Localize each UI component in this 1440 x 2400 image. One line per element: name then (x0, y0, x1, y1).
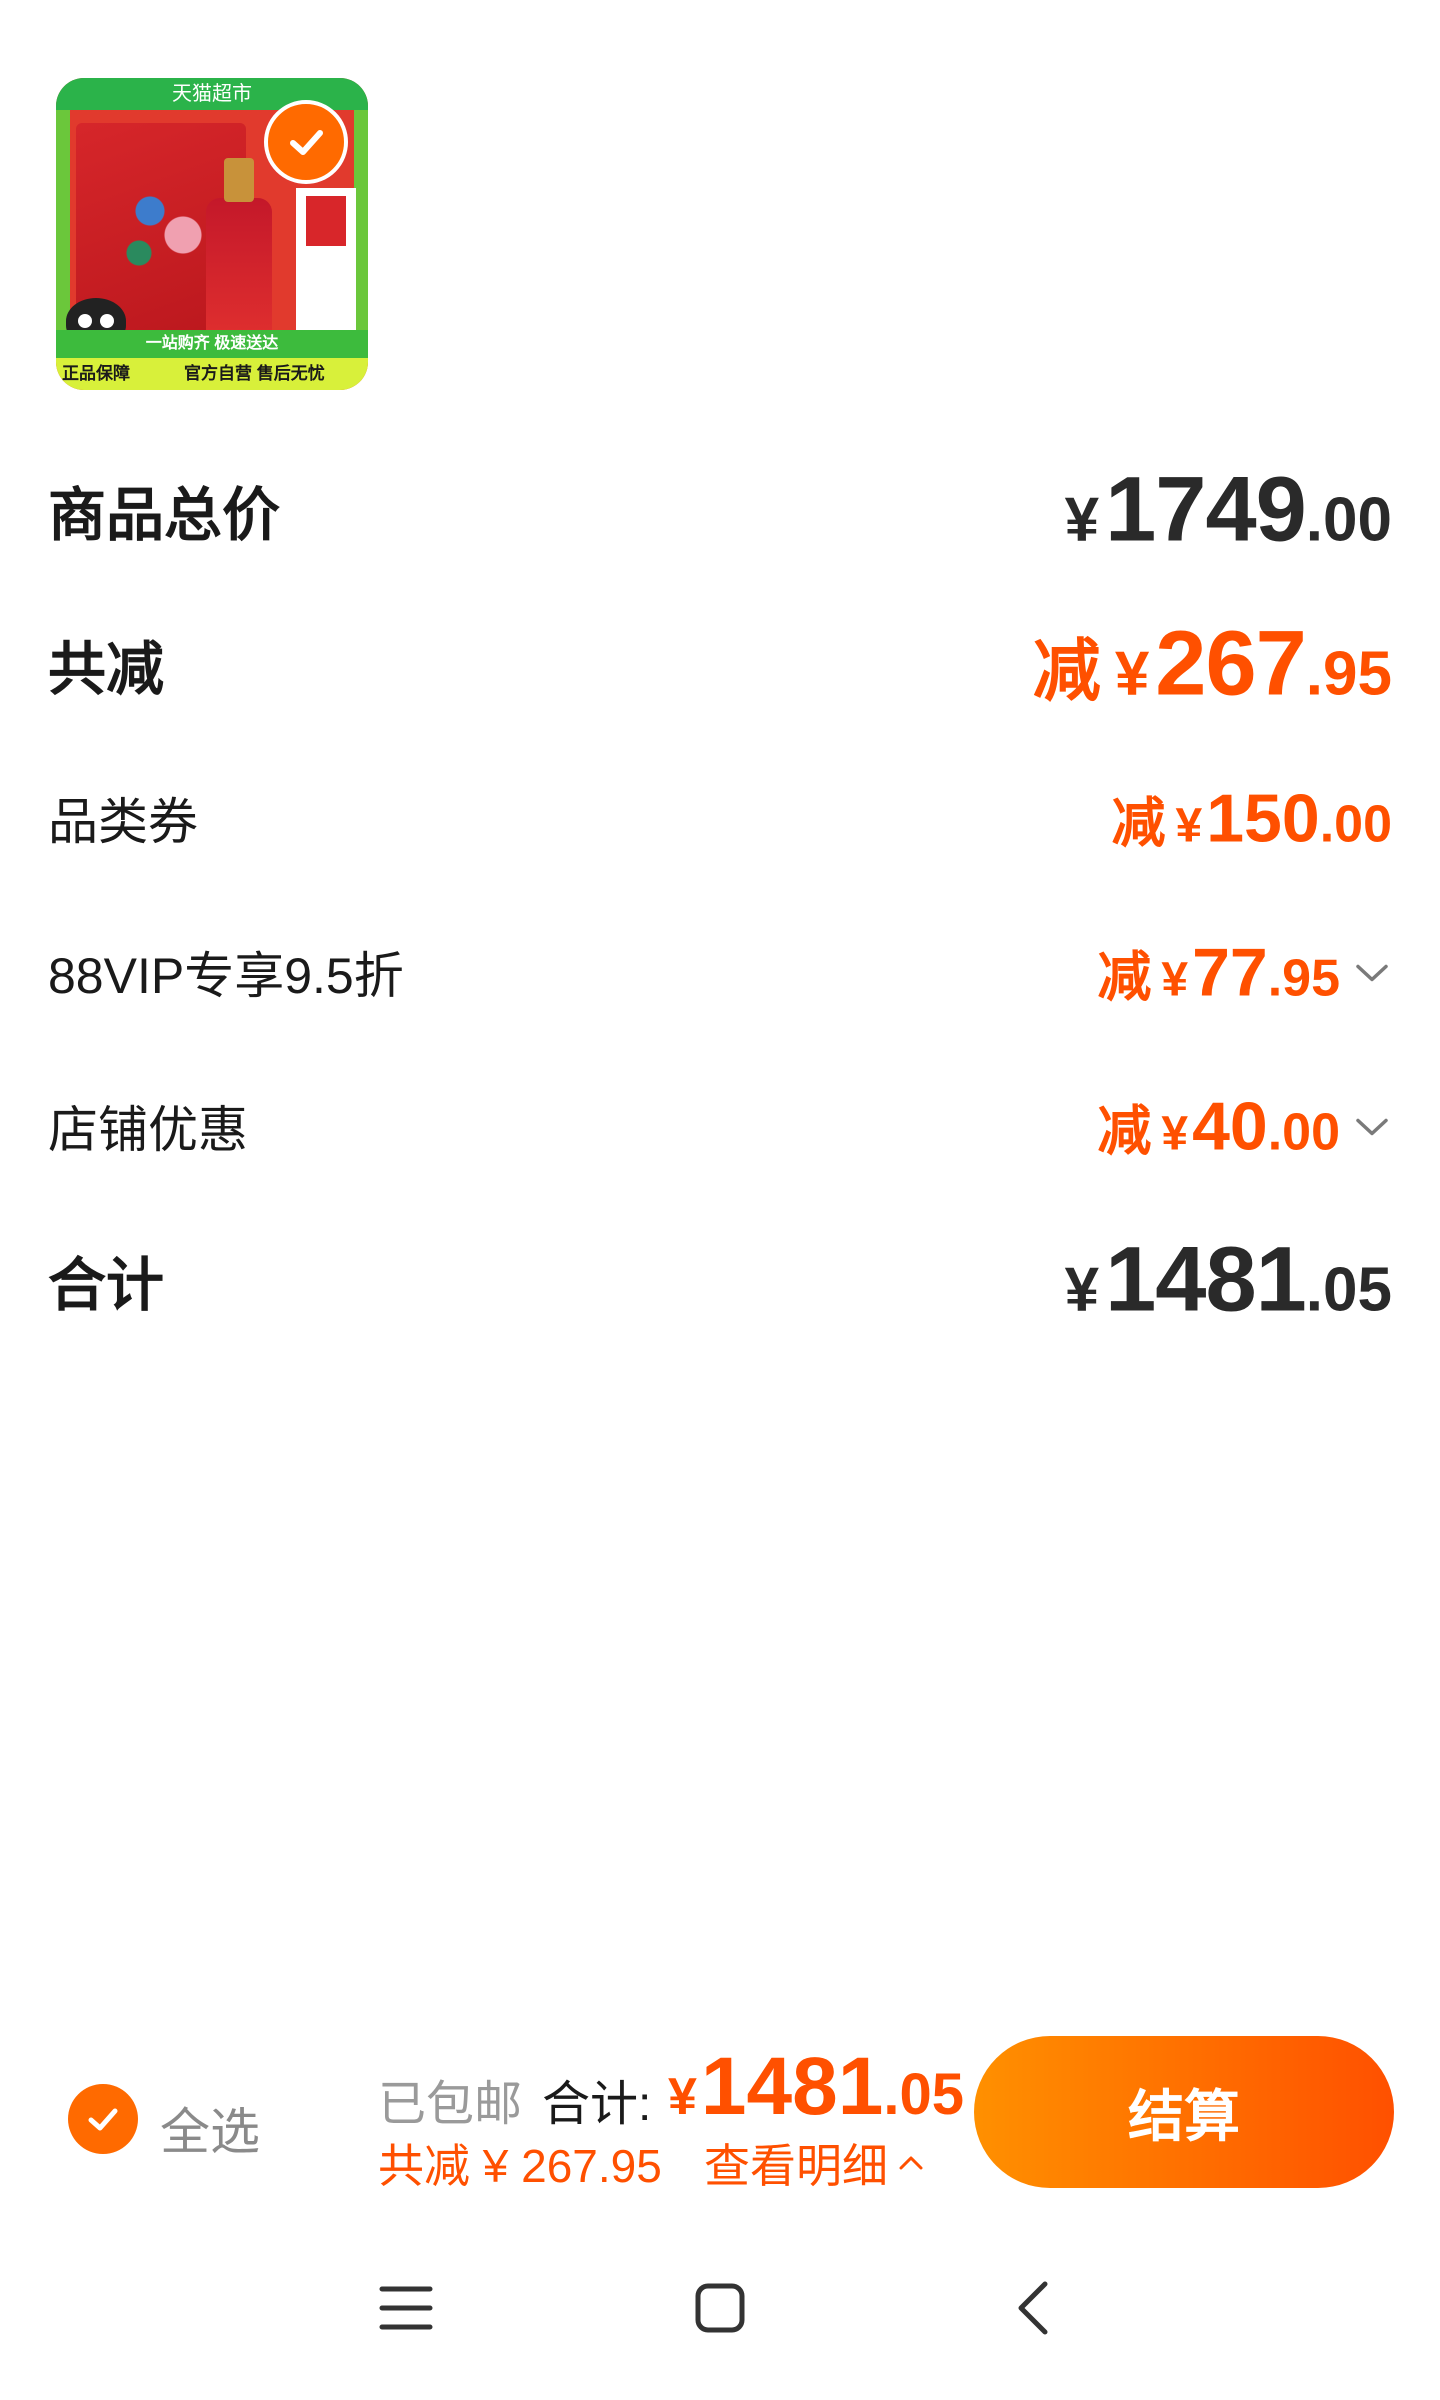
home-icon[interactable] (680, 2268, 760, 2348)
total-label: 合计: (542, 2078, 652, 2131)
back-icon[interactable] (994, 2268, 1074, 2348)
view-details-link[interactable]: 查看明细 (704, 2130, 926, 2196)
gift-card-image (296, 188, 356, 338)
discount-prefix: 减 (1097, 1101, 1152, 1162)
discount-prefix: 减 (1032, 633, 1101, 710)
thumb-strip: 一站购齐 极速送达 (56, 330, 368, 358)
row-label: 店铺优惠 (48, 1102, 248, 1158)
price-row-subtotal: 商品总价 ¥ 1749 .00 (48, 458, 1392, 563)
row-value: 减 ¥ 40 .00 (1097, 1087, 1392, 1166)
currency-symbol: ¥ (1064, 1255, 1100, 1325)
currency-symbol: ¥ (1175, 799, 1203, 853)
chevron-up-icon (899, 2156, 923, 2170)
menu-icon[interactable] (366, 2268, 446, 2348)
value-decimal: .00 (1267, 1103, 1340, 1162)
thumb-frame-left (56, 110, 70, 330)
thumb-tag-right: 官方自营 售后无忧 (184, 364, 325, 383)
row-label: 88VIP专享9.5折 (48, 948, 404, 1004)
thumb-tag-left: 正品保障 (62, 364, 130, 383)
price-row-total-discount: 共减 减 ¥ 267 .95 (48, 612, 1392, 717)
row-value: ¥ 1749 .00 (1065, 458, 1392, 563)
product-select-checkbox[interactable] (264, 100, 348, 184)
currency-symbol: ¥ (1064, 485, 1100, 555)
thumb-tags: 正品保障 官方自营 售后无忧 (56, 358, 368, 390)
currency-symbol: ¥ (668, 2068, 697, 2126)
thumb-frame-right (354, 110, 368, 330)
value-integer: 1481 (700, 2041, 884, 2132)
value-integer: 267 (1155, 612, 1306, 715)
row-label: 品类券 (48, 794, 198, 850)
total-value: ¥ 1481 .05 (668, 2040, 964, 2134)
row-label: 商品总价 (48, 483, 281, 548)
value-decimal: .95 (1267, 949, 1340, 1008)
row-value: 减 ¥ 150 .00 (1112, 779, 1392, 858)
price-row-total: 合计 ¥ 1481 .05 (48, 1228, 1392, 1333)
chevron-down-icon[interactable] (1352, 952, 1392, 992)
checkout-button[interactable]: 结算 (974, 2036, 1394, 2188)
value-integer: 40 (1192, 1088, 1268, 1165)
price-row-vip-discount[interactable]: 88VIP专享9.5折 减 ¥ 77 .95 (48, 922, 1392, 1022)
discount-prefix: 减 (1111, 793, 1166, 854)
row-value: 减 ¥ 267 .95 (1033, 612, 1392, 717)
value-decimal: .05 (1305, 1255, 1392, 1325)
row-value: ¥ 1481 .05 (1065, 1228, 1392, 1333)
value-decimal: .05 (883, 2062, 964, 2127)
value-integer: 1749 (1105, 458, 1307, 561)
select-all-checkbox[interactable] (68, 2084, 138, 2154)
total-discount-summary: 共减 ¥ 267.95 (378, 2140, 662, 2192)
view-details-label: 查看明细 (704, 2140, 888, 2192)
row-value: 减 ¥ 77 .95 (1097, 933, 1392, 1012)
select-all-label[interactable]: 全选 (160, 2092, 260, 2164)
value-integer: 77 (1192, 934, 1268, 1011)
free-shipping-label: 已包邮 (378, 2078, 523, 2131)
row-label: 合计 (48, 1253, 165, 1318)
currency-symbol: ¥ (1161, 953, 1189, 1007)
chevron-down-icon[interactable] (1352, 1106, 1392, 1146)
value-decimal: .95 (1305, 639, 1392, 709)
currency-symbol: ¥ (1161, 1107, 1189, 1161)
value-decimal: .00 (1319, 795, 1392, 854)
check-icon (290, 130, 323, 155)
value-integer: 1481 (1105, 1228, 1307, 1331)
value-integer: 150 (1206, 780, 1320, 857)
discount-prefix: 减 (1097, 947, 1152, 1008)
value-decimal: .00 (1305, 485, 1392, 555)
check-icon (88, 2108, 118, 2131)
currency-symbol: ¥ (1114, 639, 1150, 709)
price-row-store-discount[interactable]: 店铺优惠 减 ¥ 40 .00 (48, 1076, 1392, 1176)
row-label: 共减 (48, 637, 165, 702)
price-row-category-coupon: 品类券 减 ¥ 150 .00 (48, 768, 1392, 868)
